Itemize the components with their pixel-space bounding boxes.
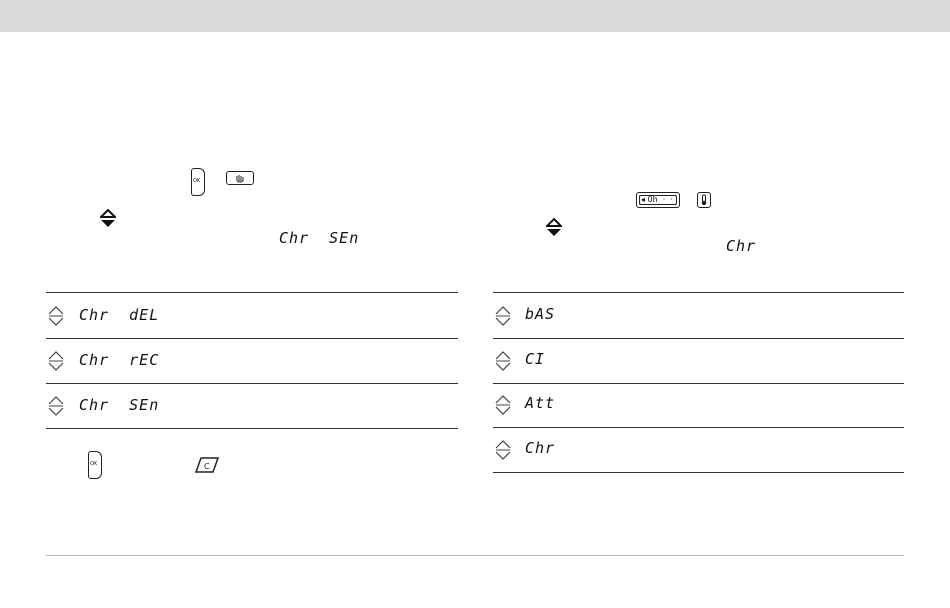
menu-row[interactable]: Chr (493, 427, 904, 473)
up-down-icon (495, 306, 511, 326)
up-down-arrows-icon (100, 209, 116, 227)
thermometer-icon (701, 194, 707, 206)
ok-label: OK (193, 178, 201, 184)
menu-row[interactable]: Chr dEL (46, 292, 458, 339)
up-down-icon (495, 440, 511, 460)
c-label: C (204, 462, 210, 471)
up-down-icon (495, 395, 511, 415)
up-down-icon (48, 306, 64, 326)
menu-row[interactable]: Att (493, 382, 904, 428)
menu-row[interactable]: Chr rEC (46, 338, 458, 384)
menu-row[interactable]: CI (493, 338, 904, 384)
menu-row[interactable]: Chr SEn (46, 383, 458, 429)
row-label: bAS (525, 305, 556, 323)
row-label: CI (525, 350, 546, 368)
ok-label: OK (90, 461, 98, 467)
ok-button-icon: OK (191, 168, 205, 196)
display-readout: Chr (726, 237, 757, 255)
header-bar (0, 0, 950, 32)
scale-key-icon: ◂ 0h · · (636, 192, 680, 208)
row-label: Chr rEC (79, 351, 160, 369)
row-label: Chr (525, 439, 556, 457)
row-label: Chr dEL (79, 306, 160, 324)
ok-button-icon: OK (88, 451, 102, 479)
menu-row[interactable]: bAS (493, 292, 904, 339)
scale-text: ◂ 0h · · (641, 195, 673, 204)
up-down-arrows-icon (546, 218, 562, 236)
c-key-icon: C (195, 457, 219, 473)
up-down-icon (495, 351, 511, 371)
hand-icon (236, 175, 244, 183)
footer-rule (46, 555, 904, 556)
up-down-icon (48, 351, 64, 371)
row-label: Chr SEn (79, 396, 160, 414)
thermometer-key-icon (697, 192, 711, 208)
up-down-icon (48, 396, 64, 416)
display-readout: Chr SEn (279, 229, 360, 247)
touch-key-icon (226, 171, 254, 185)
row-label: Att (525, 394, 556, 412)
